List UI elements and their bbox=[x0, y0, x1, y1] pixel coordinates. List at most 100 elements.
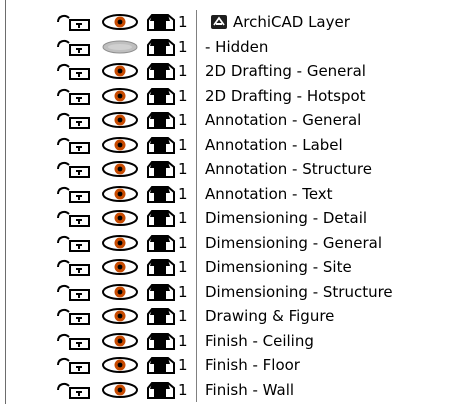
eye-icon[interactable] bbox=[100, 307, 140, 325]
layer-row[interactable]: 1 Annotation - Structure bbox=[0, 157, 471, 182]
lock-icon[interactable] bbox=[56, 209, 96, 227]
column-separator bbox=[196, 10, 197, 35]
column-separator bbox=[196, 304, 197, 329]
layer-shape-icon[interactable] bbox=[142, 283, 176, 301]
layer-level-number: 1 bbox=[178, 307, 188, 325]
layer-row[interactable]: 1 Finish - Floor bbox=[0, 353, 471, 378]
lock-icon[interactable] bbox=[56, 111, 96, 129]
layer-level-number: 1 bbox=[178, 380, 188, 399]
eye-icon[interactable] bbox=[100, 111, 140, 129]
layer-row[interactable]: 1 Dimensioning - General bbox=[0, 230, 471, 255]
eye-icon[interactable] bbox=[100, 234, 140, 252]
eye-icon[interactable] bbox=[100, 87, 140, 105]
layer-level-number: 1 bbox=[178, 86, 188, 105]
column-separator bbox=[196, 279, 197, 304]
layer-level-number: 1 bbox=[178, 209, 188, 227]
layer-level-number: 1 bbox=[178, 282, 188, 301]
lock-icon[interactable] bbox=[56, 381, 96, 399]
layer-shape-icon[interactable] bbox=[142, 185, 176, 203]
lock-icon[interactable] bbox=[56, 185, 96, 203]
column-separator bbox=[196, 59, 197, 84]
layer-row[interactable]: 1 - Hidden bbox=[0, 34, 471, 59]
layer-shape-icon[interactable] bbox=[142, 87, 176, 105]
lock-icon[interactable] bbox=[56, 160, 96, 178]
eye-icon[interactable] bbox=[100, 136, 140, 154]
layer-name: Dimensioning - Structure bbox=[205, 282, 393, 301]
column-separator bbox=[196, 34, 197, 59]
layer-shape-icon[interactable] bbox=[142, 234, 176, 252]
layer-row[interactable]: 1 Annotation - Label bbox=[0, 132, 471, 157]
layer-row[interactable]: 1 Dimensioning - Detail bbox=[0, 206, 471, 231]
lock-icon[interactable] bbox=[56, 234, 96, 252]
layer-shape-icon[interactable] bbox=[142, 258, 176, 276]
column-separator bbox=[196, 230, 197, 255]
layer-shape-icon[interactable] bbox=[142, 62, 176, 80]
layer-shape-icon[interactable] bbox=[142, 332, 176, 350]
lock-icon[interactable] bbox=[56, 87, 96, 105]
column-separator bbox=[196, 83, 197, 108]
layer-list-header: 1 ArchiCAD Layer bbox=[0, 10, 471, 35]
layer-name: Dimensioning - Site bbox=[205, 258, 352, 276]
eye-icon[interactable] bbox=[100, 258, 140, 276]
header-level-number: 1 bbox=[178, 13, 188, 31]
layer-level-number: 1 bbox=[178, 37, 188, 56]
eye-icon[interactable] bbox=[100, 62, 140, 80]
eye-icon[interactable] bbox=[100, 13, 140, 31]
eye-icon[interactable] bbox=[100, 283, 140, 301]
eye-icon[interactable] bbox=[100, 381, 140, 399]
layer-row[interactable]: 1 Dimensioning - Structure bbox=[0, 279, 471, 304]
layer-level-number: 1 bbox=[178, 258, 188, 276]
layer-row[interactable]: 1 Finish - Wall bbox=[0, 377, 471, 402]
layer-name: 2D Drafting - Hotspot bbox=[205, 86, 366, 105]
layer-name: Annotation - Text bbox=[205, 184, 333, 203]
layer-name: Finish - Wall bbox=[205, 380, 295, 399]
eye-icon[interactable] bbox=[100, 332, 140, 350]
header-label: ArchiCAD Layer bbox=[233, 13, 350, 31]
layer-level-number: 1 bbox=[178, 160, 188, 178]
layer-shape-icon[interactable] bbox=[142, 209, 176, 227]
column-separator bbox=[196, 108, 197, 133]
lock-icon[interactable] bbox=[56, 62, 96, 80]
layer-row[interactable]: 1 Annotation - Text bbox=[0, 181, 471, 206]
layer-name: Annotation - Structure bbox=[205, 160, 372, 178]
lock-icon[interactable] bbox=[56, 38, 96, 56]
lock-icon[interactable] bbox=[56, 307, 96, 325]
layer-level-number: 1 bbox=[178, 356, 188, 374]
layer-shape-icon[interactable] bbox=[142, 381, 176, 399]
column-separator bbox=[196, 353, 197, 378]
layer-name: Finish - Floor bbox=[205, 356, 300, 374]
lock-icon[interactable] bbox=[56, 283, 96, 301]
layer-name: Annotation - Label bbox=[205, 135, 343, 154]
layer-shape-icon[interactable] bbox=[142, 136, 176, 154]
layer-row[interactable]: 1 Finish - Ceiling bbox=[0, 328, 471, 353]
layer-shape-icon[interactable] bbox=[142, 307, 176, 325]
layer-level-number: 1 bbox=[178, 111, 188, 129]
layer-row[interactable]: 1 2D Drafting - Hotspot bbox=[0, 83, 471, 108]
layer-row[interactable]: 1 2D Drafting - General bbox=[0, 59, 471, 84]
layer-shape-icon[interactable] bbox=[142, 160, 176, 178]
eye-icon[interactable] bbox=[100, 209, 140, 227]
layer-level-number: 1 bbox=[178, 135, 188, 154]
lock-icon[interactable] bbox=[56, 136, 96, 154]
layer-row[interactable]: 1 Annotation - General bbox=[0, 108, 471, 133]
layer-row[interactable]: 1 Drawing & Figure bbox=[0, 304, 471, 329]
lock-icon[interactable] bbox=[56, 13, 96, 31]
eye-icon[interactable] bbox=[100, 185, 140, 203]
lock-icon[interactable] bbox=[56, 332, 96, 350]
layer-name: 2D Drafting - General bbox=[205, 62, 366, 80]
eye-icon[interactable] bbox=[100, 356, 140, 374]
layer-shape-icon[interactable] bbox=[142, 13, 176, 31]
layer-shape-icon[interactable] bbox=[142, 356, 176, 374]
layer-level-number: 1 bbox=[178, 62, 188, 80]
column-separator bbox=[196, 377, 197, 402]
lock-icon[interactable] bbox=[56, 356, 96, 374]
layer-shape-icon[interactable] bbox=[142, 38, 176, 56]
layer-shape-icon[interactable] bbox=[142, 111, 176, 129]
eye-icon[interactable] bbox=[100, 160, 140, 178]
lock-icon[interactable] bbox=[56, 258, 96, 276]
layer-rows: 1 ArchiCAD Layer 1 - Hidden 1 2D Drafting -… bbox=[0, 10, 471, 402]
layer-row[interactable]: 1 Dimensioning - Site bbox=[0, 255, 471, 280]
hidden-eye-icon[interactable] bbox=[100, 38, 140, 56]
layer-list-panel: 1 ArchiCAD Layer 1 - Hidden 1 2D Drafting -… bbox=[0, 0, 471, 404]
layer-level-number: 1 bbox=[178, 233, 188, 252]
